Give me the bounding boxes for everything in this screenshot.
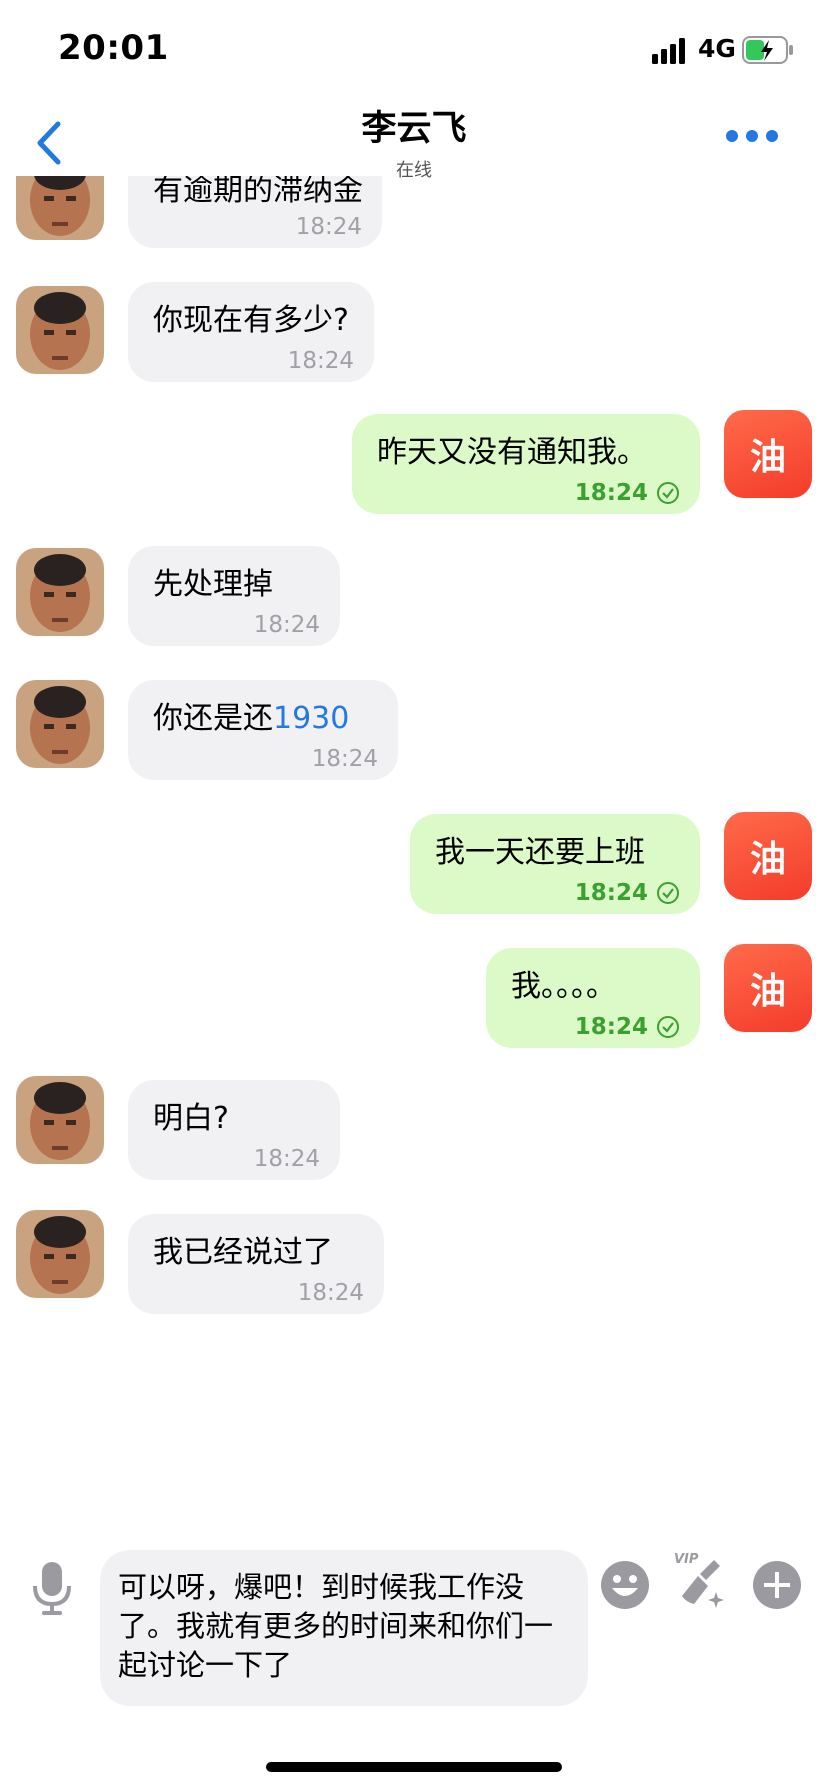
message-bubble-incoming[interactable]: 先处理掉 18:24 — [128, 546, 340, 646]
message-text: 有逾期的滞纳金 — [153, 176, 363, 208]
message-bubble-outgoing[interactable]: 昨天又没有通知我。 18:24 — [352, 414, 700, 514]
mic-icon[interactable] — [30, 1560, 74, 1616]
message-text: 我一天还要上班 — [435, 835, 645, 870]
check-icon — [657, 482, 679, 504]
message-time: 18:24 — [253, 612, 320, 638]
vip-brush-icon — [682, 1560, 724, 1608]
status-time: 20:01 — [58, 28, 169, 68]
message-time: 18:24 — [575, 1014, 680, 1040]
self-avatar[interactable]: 油 — [724, 944, 812, 1032]
message-text: 你现在有多少? — [153, 303, 349, 338]
contact-name: 李云飞 — [361, 109, 467, 149]
network-type: 4G — [698, 34, 736, 63]
message-time: 18:24 — [575, 880, 680, 906]
plus-icon[interactable] — [752, 1560, 802, 1610]
message-text: 我已经说过了 — [153, 1235, 333, 1270]
contact-avatar[interactable] — [16, 680, 104, 768]
self-avatar[interactable]: 油 — [724, 812, 812, 900]
contact-avatar[interactable] — [16, 548, 104, 636]
message-bubble-incoming[interactable]: 你还是还1930 18:24 — [128, 680, 398, 780]
message-bubble-outgoing[interactable]: 我一天还要上班 18:24 — [410, 814, 700, 914]
message-time: 18:24 — [287, 348, 354, 374]
more-icon[interactable] — [724, 126, 780, 146]
battery-icon — [742, 36, 793, 64]
message-bubble-outgoing[interactable]: 我。。。。 18:24 — [486, 948, 700, 1048]
check-icon — [657, 1016, 679, 1038]
phone-number-link[interactable]: 1930 — [273, 701, 349, 736]
home-indicator[interactable] — [266, 1762, 562, 1772]
message-input[interactable]: 可以呀，爆吧！到时候我工作没了。我就有更多的时间来和你们一起讨论一下了 — [100, 1550, 588, 1706]
emoji-icon[interactable] — [600, 1560, 650, 1610]
contact-avatar[interactable] — [16, 286, 104, 374]
message-bubble-incoming[interactable]: 我已经说过了 18:24 — [128, 1214, 384, 1314]
check-icon — [657, 882, 679, 904]
message-list[interactable]: 有逾期的滞纳金 18:24 你现在有多少? 18:24 油 昨天又没有通知我。 … — [0, 176, 828, 1530]
message-bubble-incoming[interactable]: 有逾期的滞纳金 18:24 — [128, 176, 382, 248]
message-time: 18:24 — [253, 1146, 320, 1172]
nav-bar: 李云飞 在线 — [0, 96, 828, 181]
contact-avatar[interactable] — [16, 1076, 104, 1164]
message-time: 18:24 — [297, 1280, 364, 1306]
message-bubble-incoming[interactable]: 你现在有多少? 18:24 — [128, 282, 374, 382]
message-time: 18:24 — [295, 214, 362, 240]
self-avatar[interactable]: 油 — [724, 410, 812, 498]
status-bar: 20:01 4G — [0, 0, 828, 96]
contact-avatar[interactable] — [16, 176, 104, 240]
vip-brush-button[interactable]: VIP — [672, 1552, 732, 1612]
message-bubble-incoming[interactable]: 明白? 18:24 — [128, 1080, 340, 1180]
message-time: 18:24 — [311, 746, 378, 772]
message-time: 18:24 — [575, 480, 680, 506]
input-bar: 可以呀，爆吧！到时候我工作没了。我就有更多的时间来和你们一起讨论一下了 VIP — [0, 1530, 828, 1730]
message-text: 你还是还1930 — [153, 701, 350, 736]
message-text: 我。。。。 — [511, 969, 616, 1004]
message-text: 明白? — [153, 1101, 229, 1136]
contact-avatar[interactable] — [16, 1210, 104, 1298]
message-text: 先处理掉 — [153, 567, 273, 602]
message-text: 昨天又没有通知我。 — [377, 435, 647, 470]
signal-icon — [652, 38, 685, 64]
